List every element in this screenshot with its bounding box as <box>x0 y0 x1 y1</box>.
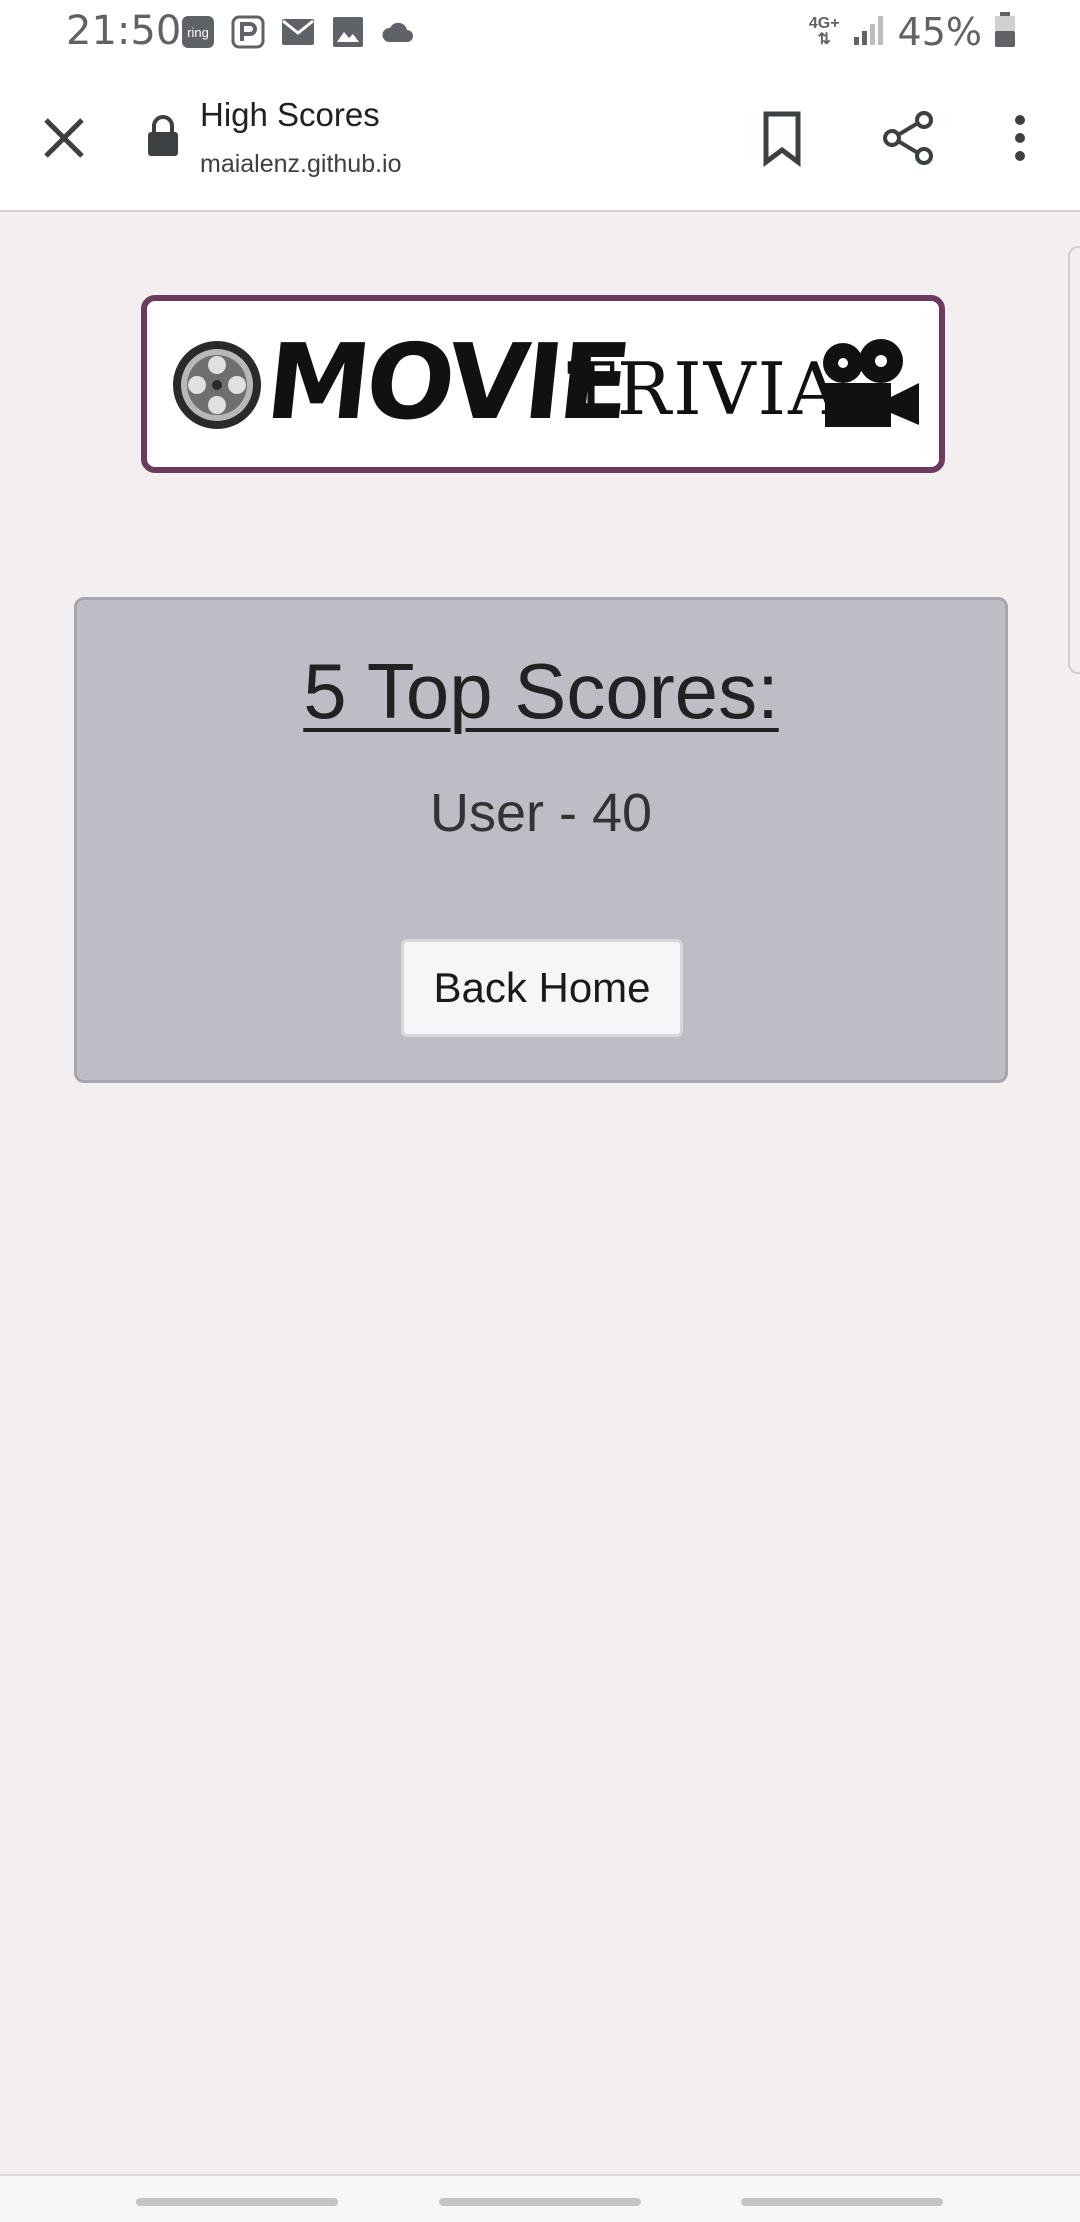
system-nav-bar <box>0 2174 1080 2222</box>
parking-icon <box>230 14 266 50</box>
battery-percent: 45% <box>897 10 982 54</box>
nav-back-button[interactable] <box>741 2198 943 2206</box>
share-icon[interactable] <box>876 106 940 170</box>
browser-toolbar: High Scores maialenz.github.io <box>0 66 1080 212</box>
score-item: User - 40 <box>429 783 653 843</box>
page-title: High Scores <box>200 96 380 133</box>
system-indicators: 4G+ ⇅ 45% <box>809 10 1016 54</box>
cloud-icon <box>380 14 416 50</box>
network-type: 4G+ ⇅ <box>808 15 840 48</box>
film-reel-icon <box>171 339 263 431</box>
close-icon[interactable] <box>36 110 92 166</box>
score-list: User - 40 <box>77 778 1005 848</box>
scrollbar[interactable] <box>1068 246 1080 674</box>
scores-heading: 5 Top Scores: <box>303 647 779 735</box>
movie-trivia-logo: MOVIE TRIVIA <box>141 295 945 473</box>
high-scores-card: 5 Top Scores: User - 40 Back Home <box>74 597 1008 1083</box>
nav-recents-button[interactable] <box>136 2198 338 2206</box>
clock: 21:50 <box>66 8 182 54</box>
image-icon <box>330 14 366 50</box>
more-options-icon[interactable] <box>1000 106 1040 170</box>
notification-icons: ring <box>180 14 416 50</box>
back-home-button[interactable]: Back Home <box>401 939 683 1037</box>
ring-icon: ring <box>180 14 216 50</box>
status-bar: 21:50 ring 4G+ ⇅ 45% <box>0 0 1080 66</box>
battery-icon <box>994 11 1016 53</box>
signal-icon <box>852 13 886 52</box>
svg-text:ring: ring <box>187 25 209 40</box>
logo-word-trivia: TRIVIA <box>567 347 843 431</box>
nav-home-button[interactable] <box>439 2198 641 2206</box>
mail-icon <box>280 14 316 50</box>
page-url[interactable]: maialenz.github.io <box>200 150 402 179</box>
lock-icon <box>146 114 180 158</box>
film-camera-icon <box>815 339 923 431</box>
bookmark-icon[interactable] <box>752 106 812 170</box>
